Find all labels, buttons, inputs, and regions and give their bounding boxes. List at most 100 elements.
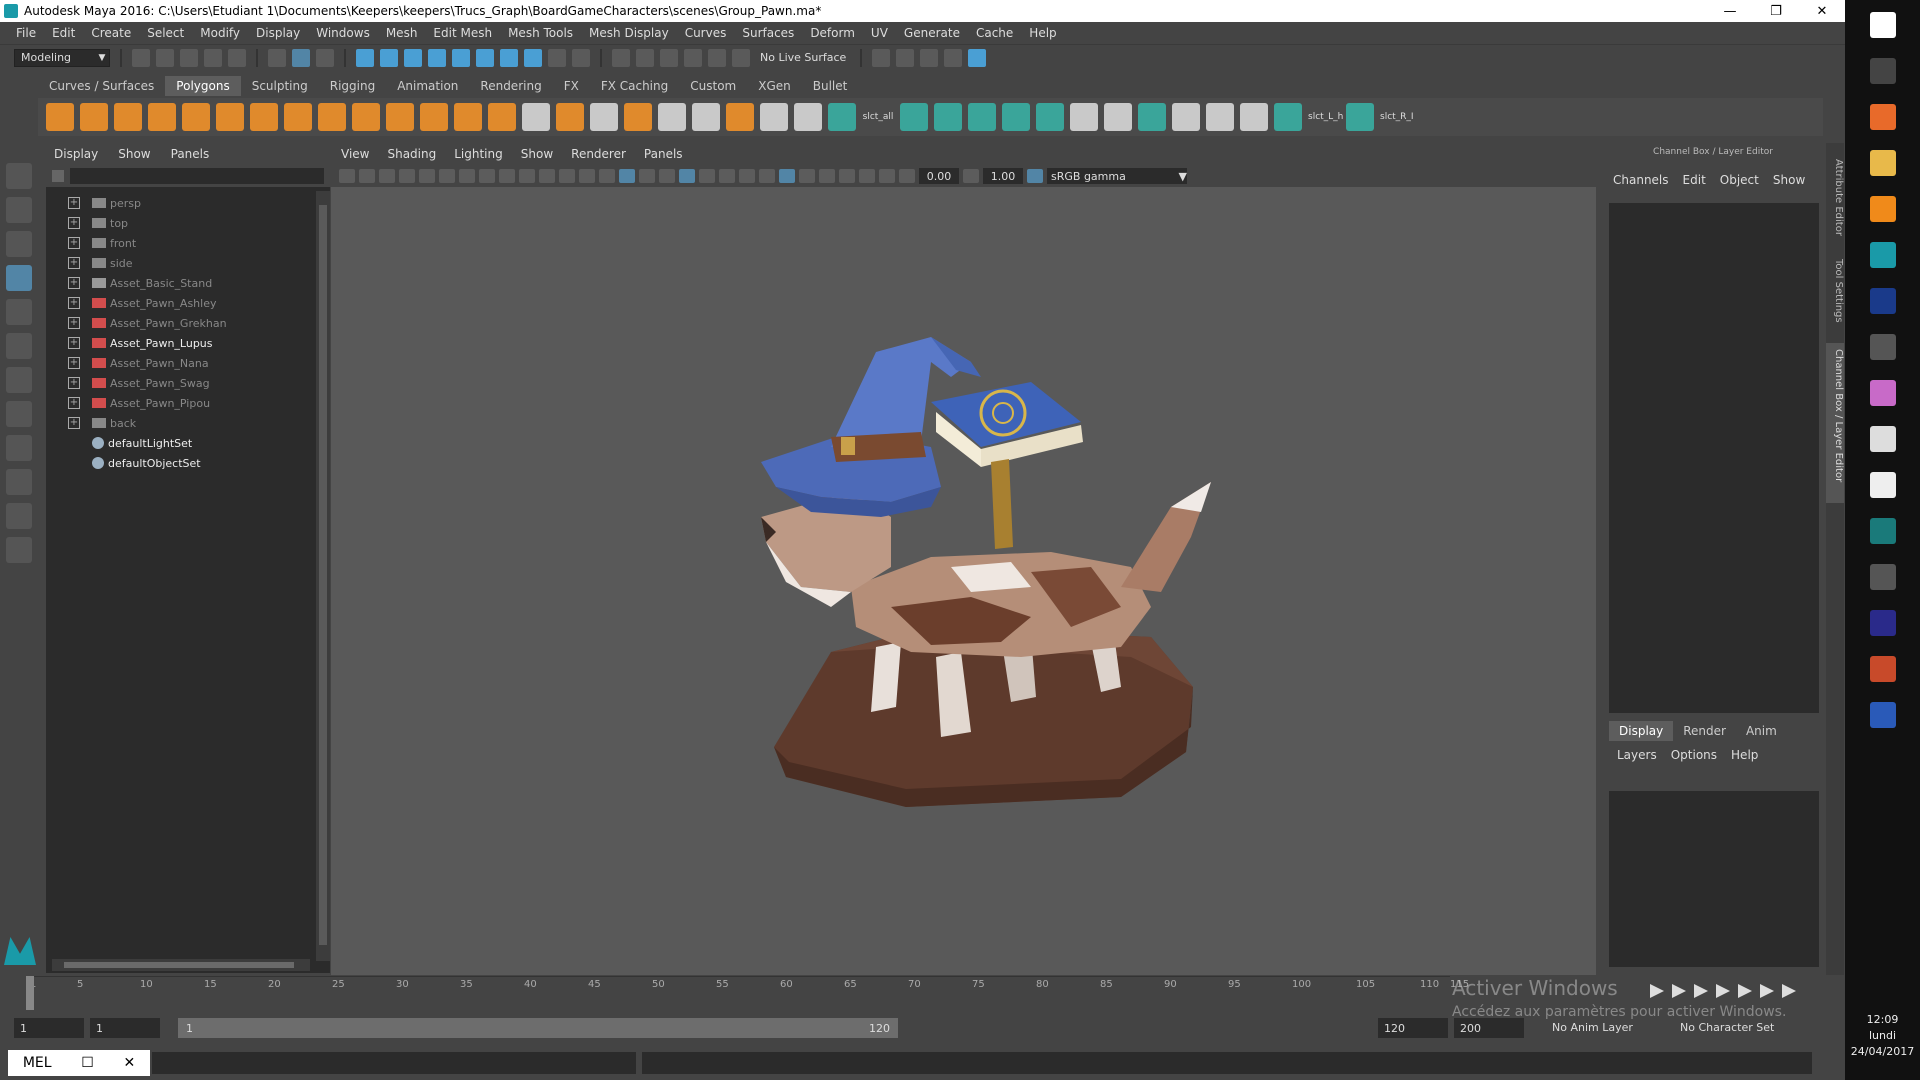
shelf-options[interactable]	[0, 76, 36, 138]
layout-outliner-icon[interactable]	[6, 469, 32, 495]
insert-edge-loop-icon[interactable]	[624, 103, 652, 131]
viewport-menu-panels[interactable]: Panels	[644, 147, 683, 161]
task-view-icon[interactable]	[1869, 58, 1896, 84]
menu-help[interactable]: Help	[1021, 26, 1064, 40]
shelf-tab-xgen[interactable]: XGen	[747, 76, 802, 96]
make-live-icon[interactable]	[452, 48, 470, 67]
gate-mask-icon[interactable]	[519, 169, 535, 183]
new-scene-icon[interactable]	[132, 48, 150, 67]
cb-menu-edit[interactable]: Edit	[1683, 173, 1706, 187]
script-icon[interactable]	[1240, 103, 1268, 131]
filter-icon[interactable]	[52, 170, 64, 182]
bridge-icon[interactable]	[488, 103, 516, 131]
grease-pencil-icon[interactable]	[439, 169, 455, 183]
outliner-item[interactable]: + top	[46, 213, 330, 233]
vlc-icon[interactable]	[1869, 196, 1896, 222]
viewport-menu-view[interactable]: View	[341, 147, 369, 161]
viewport-menu-renderer[interactable]: Renderer	[571, 147, 626, 161]
exposure-icon[interactable]	[899, 169, 915, 183]
menu-mesh-display[interactable]: Mesh Display	[581, 26, 677, 40]
gamma-icon[interactable]	[963, 169, 979, 183]
outliner-vertical-scrollbar[interactable]	[316, 191, 330, 961]
render-settings-icon[interactable]	[944, 48, 963, 67]
expand-icon[interactable]: +	[68, 317, 80, 329]
paint-select-tool-icon[interactable]	[6, 231, 32, 257]
use-all-lights-icon[interactable]	[699, 169, 715, 183]
expand-icon[interactable]: +	[68, 277, 80, 289]
poly-cube-icon[interactable]	[80, 103, 108, 131]
viewport-menu-lighting[interactable]: Lighting	[454, 147, 503, 161]
snap-curve-icon[interactable]	[380, 48, 398, 67]
script-icon[interactable]	[934, 103, 962, 131]
menu-surfaces[interactable]: Surfaces	[734, 26, 802, 40]
bevel-icon[interactable]	[556, 103, 584, 131]
menu-edit[interactable]: Edit	[44, 26, 83, 40]
resolution-gate-icon[interactable]	[499, 169, 515, 183]
screen-space-ao-icon[interactable]	[739, 169, 755, 183]
lasso-icon[interactable]	[612, 48, 630, 67]
select-object-icon[interactable]	[292, 48, 310, 67]
outliner-menu-display[interactable]: Display	[54, 147, 98, 161]
windows-start-icon[interactable]	[1869, 12, 1896, 38]
redo-icon[interactable]	[228, 48, 246, 67]
extrude-icon[interactable]	[454, 103, 482, 131]
word-icon[interactable]	[1869, 702, 1896, 728]
separate-icon[interactable]	[352, 103, 380, 131]
3d-viewport[interactable]	[331, 187, 1596, 975]
outliner-item[interactable]: + Asset_Pawn_Grekhan	[46, 313, 330, 333]
file-explorer-icon[interactable]	[1869, 150, 1896, 176]
expand-icon[interactable]: +	[68, 377, 80, 389]
gamma-field[interactable]: 1.00	[983, 168, 1023, 184]
time-ruler[interactable]: 1 5 10 15 20 25 30 35 40 45 50 55 60 65 …	[30, 976, 1469, 1010]
outliner-item[interactable]: + Asset_Pawn_Ashley	[46, 293, 330, 313]
paint-icon[interactable]	[1172, 103, 1200, 131]
image-plane-icon[interactable]	[399, 169, 415, 183]
cb-menu-object[interactable]: Object	[1720, 173, 1759, 187]
snap-view-plane-icon[interactable]	[428, 48, 446, 67]
zbrush-icon[interactable]	[1869, 472, 1896, 498]
outliner-item[interactable]: + Asset_Pawn_Lupus	[46, 333, 330, 353]
snap-point-icon[interactable]	[404, 48, 422, 67]
open-scene-icon[interactable]	[156, 48, 174, 67]
expand-icon[interactable]: +	[68, 337, 80, 349]
command-input[interactable]	[152, 1052, 636, 1074]
outliner-menu-panels[interactable]: Panels	[171, 147, 210, 161]
script-icon[interactable]	[968, 103, 996, 131]
reflection-icon[interactable]	[684, 48, 702, 67]
script-icon[interactable]	[1002, 103, 1030, 131]
layer-menu-layers[interactable]: Layers	[1617, 748, 1657, 762]
menu-modify[interactable]: Modify	[192, 26, 248, 40]
render-view-icon[interactable]	[872, 48, 891, 67]
playback-start-field[interactable]: 1	[90, 1018, 160, 1038]
soft-select-icon[interactable]	[660, 48, 678, 67]
construction-history-icon[interactable]	[572, 48, 590, 67]
layout-side-icon[interactable]	[6, 435, 32, 461]
menu-display[interactable]: Display	[248, 26, 308, 40]
maximize-icon[interactable]: ☐	[81, 1055, 94, 1071]
scale-tool-icon[interactable]	[6, 333, 32, 359]
current-frame-marker[interactable]	[26, 976, 34, 1010]
target-weld-icon[interactable]	[590, 103, 618, 131]
scroll-thumb[interactable]	[64, 962, 294, 968]
menu-uv[interactable]: UV	[863, 26, 896, 40]
unity-icon[interactable]	[1869, 564, 1896, 590]
animation-end-field[interactable]: 200	[1454, 1018, 1524, 1038]
menu-windows[interactable]: Windows	[308, 26, 378, 40]
outliner-item[interactable]: defaultLightSet	[46, 433, 330, 453]
layer-tab-anim[interactable]: Anim	[1736, 721, 1787, 741]
color-management-icon[interactable]	[1027, 169, 1043, 183]
exposure-field[interactable]: 0.00	[919, 168, 959, 184]
menu-select[interactable]: Select	[139, 26, 192, 40]
layout-four-icon[interactable]	[6, 401, 32, 427]
outliner-menu-show[interactable]: Show	[118, 147, 150, 161]
multi-cut-icon[interactable]	[522, 103, 550, 131]
live-surface-label[interactable]: No Live Surface	[756, 51, 850, 64]
script-icon[interactable]	[1036, 103, 1064, 131]
rotate-tool-icon[interactable]	[6, 299, 32, 325]
menu-mesh[interactable]: Mesh	[378, 26, 426, 40]
help-icon[interactable]	[524, 48, 542, 67]
field-chart-icon[interactable]	[539, 169, 555, 183]
script-slct-r-icon[interactable]	[1346, 103, 1374, 131]
isolate-select-icon[interactable]	[819, 169, 835, 183]
xray-icon[interactable]	[839, 169, 855, 183]
